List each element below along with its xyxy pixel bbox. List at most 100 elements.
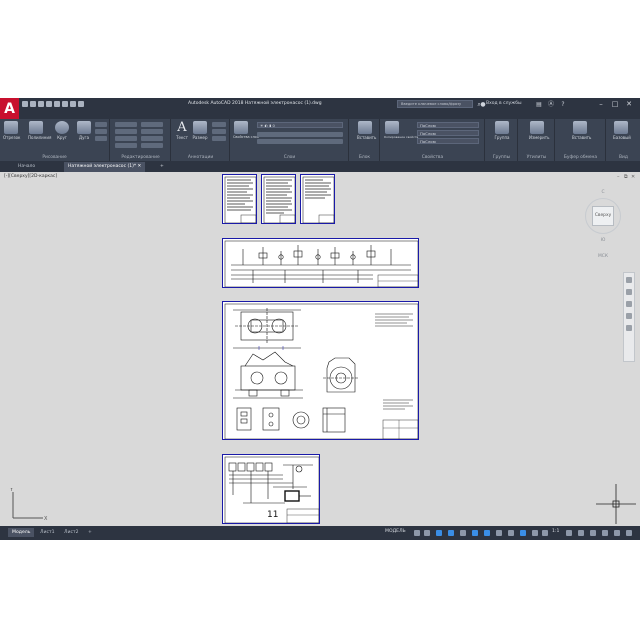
viewport-controls-label[interactable]: [-][Сверху][2D-каркас] (4, 174, 57, 179)
ortho-icon[interactable] (436, 530, 442, 536)
panel-block: Вставить Блок (350, 119, 380, 161)
insert-block-tool[interactable]: Вставить (357, 121, 376, 140)
layer-properties-tool[interactable]: Свойства слоя (233, 121, 259, 139)
workspace-gear-icon[interactable] (566, 530, 572, 536)
redo-icon[interactable] (78, 101, 84, 107)
paste-tool[interactable]: Вставить (572, 121, 591, 140)
layout-tab-sheet2[interactable]: Лист2 (60, 528, 83, 537)
polar-tracking-icon[interactable] (448, 530, 454, 536)
viewcube-top-face[interactable]: Сверху (592, 206, 614, 226)
viewport-restore-icon[interactable]: ⧉ (624, 174, 628, 180)
arc-tool[interactable]: Дуга (76, 121, 92, 140)
text-tool[interactable]: A Текст (174, 121, 190, 140)
close-tab-icon[interactable]: ✕ (138, 164, 142, 169)
sheet-text-3-graphic (302, 176, 334, 223)
help-icon[interactable]: ? (560, 101, 566, 108)
panel-view: Базовый Вид (607, 119, 640, 161)
object-snap-icon[interactable] (484, 530, 490, 536)
steering-wheel-icon[interactable] (626, 277, 632, 283)
selection-cycling-icon[interactable] (520, 530, 526, 536)
cart-icon[interactable]: ▤ (536, 101, 542, 108)
annotation-visibility-icon[interactable] (532, 530, 538, 536)
circle-tool[interactable]: Круг (54, 121, 70, 140)
quick-access-toolbar (22, 101, 86, 107)
viewport-close-icon[interactable]: ✕ (631, 174, 635, 180)
grid-icon[interactable] (414, 530, 420, 536)
annotation-scale-icon[interactable] (542, 530, 548, 536)
search-input[interactable]: Введите ключевое слово/фразу (397, 100, 473, 108)
panel-properties: Копирование свойств ПоСлою ПоСлою ПоСлою… (381, 119, 485, 161)
sheet-text-2-graphic (263, 176, 295, 223)
showmotion-icon[interactable] (626, 325, 632, 331)
layer-dropdown[interactable]: ☀ ◐ ▮ 0 (257, 122, 343, 128)
drawing-canvas[interactable]: [-][Сверху][2D-каркас] – ⧉ ✕ 11 С Сверху… (0, 172, 640, 526)
group-tool[interactable]: Группа (494, 121, 510, 140)
dimension-tool[interactable]: Размер (192, 121, 208, 140)
pan-icon[interactable] (626, 289, 632, 295)
viewcube-south-label[interactable]: Ю (585, 238, 621, 243)
maximize-button[interactable]: □ (610, 99, 620, 109)
lineweight-dropdown[interactable]: ПоСлою (417, 130, 479, 136)
new-tab-button[interactable]: + (156, 162, 168, 172)
model-space-toggle[interactable]: МОДЕЛЬ (385, 529, 406, 534)
layer-tools[interactable] (257, 132, 343, 146)
customize-menu-icon[interactable] (626, 530, 632, 536)
layout-tab-sheet1[interactable]: Лист1 (36, 528, 59, 537)
open-icon[interactable] (30, 101, 36, 107)
viewcube-wcs-menu[interactable]: МСК (585, 254, 621, 259)
app-title: Autodesk AutoCAD 2018 Натяжной электрона… (188, 101, 322, 106)
snap-icon[interactable] (424, 530, 430, 536)
file-tab-start[interactable]: Начало (14, 162, 39, 172)
clean-screen-icon[interactable] (614, 530, 620, 536)
file-tab-current[interactable]: Натяжной электронасос (1)* ✕ (64, 162, 146, 172)
undo-icon[interactable] (70, 101, 76, 107)
minimize-button[interactable]: – (596, 99, 606, 109)
annotation-monitor-icon[interactable] (578, 530, 584, 536)
panel-clipboard: Вставить Буфер обмена (556, 119, 606, 161)
title-bar: A Autodesk AutoCAD 2018 Натяжной электро… (0, 98, 640, 124)
color-dropdown[interactable]: ПоСлою (417, 122, 479, 128)
lineweight-icon[interactable] (496, 530, 502, 536)
drawing-sheet-assembly (222, 301, 419, 440)
isodraft-icon[interactable] (460, 530, 466, 536)
schematic-graphic (224, 240, 418, 287)
modify-tools-col1[interactable] (115, 122, 137, 150)
save-icon[interactable] (38, 101, 44, 107)
linetype-dropdown[interactable]: ПоСлою (417, 138, 479, 144)
plot-icon[interactable] (54, 101, 60, 107)
arc-icon (77, 121, 91, 134)
draw-small-tools[interactable] (95, 122, 107, 143)
zoom-icon[interactable] (626, 301, 632, 307)
layer-stack-icon (234, 121, 248, 134)
new-icon[interactable] (22, 101, 28, 107)
layout-tab-model[interactable]: Модель (8, 528, 35, 537)
ribbon-panel: Отрезок Полилиния Круг Дуга Рисование Ре… (0, 119, 640, 161)
add-layout-button[interactable]: + (84, 528, 96, 537)
units-icon[interactable] (590, 530, 596, 536)
annotation-scale-value[interactable]: 1:1 (552, 529, 559, 534)
match-properties-tool[interactable]: Копирование свойств (384, 121, 418, 139)
transparency-icon[interactable] (508, 530, 514, 536)
viewcube[interactable]: С Сверху Ю МСК (585, 180, 621, 270)
autodesk-app-icon[interactable]: Ⓐ (548, 101, 554, 108)
navigation-bar (623, 272, 635, 362)
orbit-icon[interactable] (626, 313, 632, 319)
modify-tools-col2[interactable] (141, 122, 163, 150)
base-view-tool[interactable]: Базовый (613, 121, 631, 140)
object-snap-tracking-icon[interactable] (472, 530, 478, 536)
close-button[interactable]: ✕ (624, 99, 634, 109)
line-tool[interactable]: Отрезок (3, 121, 20, 140)
insert-block-icon (358, 121, 372, 134)
measure-icon (530, 121, 544, 134)
file-tabs: Начало Натяжной электронасос (1)* ✕ + (0, 161, 640, 172)
isolate-objects-icon[interactable] (602, 530, 608, 536)
web-icon[interactable] (62, 101, 68, 107)
panel-modify-label: Редактирование (121, 155, 160, 160)
annotation-small-tools[interactable] (212, 122, 226, 143)
signin-link[interactable]: Вход в службы (486, 101, 522, 106)
ribbon-tabs: ГлавнаяВставкаАннотацииПараметризация3D-… (19, 110, 640, 129)
viewcube-north-label[interactable]: С (585, 190, 621, 195)
measure-tool[interactable]: Измерить (529, 121, 549, 140)
saveas-icon[interactable] (46, 101, 52, 107)
polyline-tool[interactable]: Полилиния (28, 121, 51, 140)
